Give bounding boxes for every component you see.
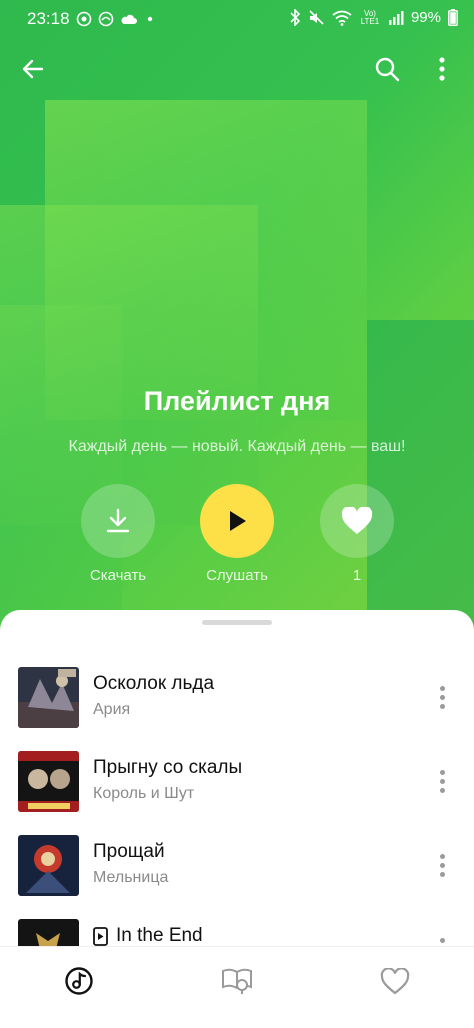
download-icon (106, 508, 130, 533)
more-dot (439, 778, 445, 784)
track-title-text: In the End (116, 925, 203, 946)
track-title: In the End (93, 925, 203, 947)
mute-icon (309, 10, 324, 25)
album-cover (18, 751, 79, 812)
podcast-book-icon (222, 968, 252, 994)
more-options-button[interactable] (420, 47, 464, 91)
nav-music[interactable] (49, 961, 109, 1001)
playlist-subtitle: Каждый день — новый. Каждый день — ваш! (68, 438, 406, 455)
cloud-icon (121, 14, 137, 24)
like-button[interactable] (320, 484, 394, 558)
sheet-handle[interactable] (202, 620, 272, 625)
hero-decor-square (367, 320, 474, 640)
playlist-title: Плейлист дня (143, 386, 331, 416)
more-dot (439, 871, 445, 877)
more-dot (439, 703, 445, 709)
track-title: Осколок льда (93, 673, 215, 694)
track-more-button[interactable] (426, 845, 458, 885)
nav-favorites[interactable] (365, 961, 425, 1001)
more-vertical-icon (439, 57, 445, 81)
status-time: 23:18 (27, 9, 70, 28)
play-button[interactable] (200, 484, 274, 558)
bottom-navigation (0, 946, 474, 1028)
heart-outline-icon (380, 967, 410, 994)
notification-icon (76, 11, 92, 27)
status-right-icons: Vo) LTE1 99% (289, 9, 458, 26)
album-cover-art (18, 835, 79, 896)
battery-level: 99% (410, 9, 441, 26)
signal-icon (388, 10, 404, 25)
play-icon (230, 511, 246, 531)
bluetooth-icon (290, 9, 301, 26)
album-cover-art (18, 751, 79, 812)
track-row[interactable]: Осколок льда Ария (0, 667, 474, 747)
album-cover-art (18, 667, 79, 728)
album-cover (18, 667, 79, 728)
notification-icon (98, 11, 114, 27)
heart-icon (341, 507, 373, 534)
track-more-button[interactable] (426, 761, 458, 801)
back-button[interactable] (11, 47, 55, 91)
nav-podcasts[interactable] (207, 961, 267, 1001)
track-row[interactable]: Прощай Мельница (0, 835, 474, 915)
more-dot (439, 685, 445, 691)
more-dot (439, 787, 445, 793)
network-type: Vo) LTE1 (360, 8, 380, 26)
download-action[interactable]: Скачать (68, 484, 168, 584)
album-cover (18, 835, 79, 896)
like-action[interactable]: 1 (307, 484, 407, 584)
search-button[interactable] (365, 47, 409, 91)
track-row[interactable]: Прыгну со скалы Король и Шут (0, 751, 474, 831)
notification-icons (76, 11, 156, 27)
track-title: Прощай (93, 841, 165, 862)
track-artist[interactable]: Король и Шут (93, 785, 194, 803)
wifi-icon (332, 10, 352, 26)
track-title: Прыгну со скалы (93, 757, 243, 778)
download-button[interactable] (81, 484, 155, 558)
play-label: Слушать (206, 567, 268, 584)
track-more-button[interactable] (426, 677, 458, 717)
video-clip-icon (93, 926, 108, 946)
more-dot (439, 862, 445, 868)
more-dot (439, 769, 445, 775)
more-dot (439, 853, 445, 859)
more-dot (439, 937, 445, 943)
music-note-icon (65, 967, 93, 995)
status-bar: 23:18 Vo) LTE1 99% (0, 0, 474, 38)
arrow-left-icon (22, 59, 44, 79)
play-action[interactable]: Слушать (187, 484, 287, 584)
likes-count: 1 (352, 567, 362, 584)
dot-icon (147, 16, 153, 22)
battery-icon (448, 9, 458, 26)
search-icon (375, 57, 400, 82)
track-artist[interactable]: Ария (93, 701, 130, 719)
download-label: Скачать (89, 567, 147, 584)
more-dot (439, 694, 445, 700)
track-artist[interactable]: Мельница (93, 869, 168, 887)
